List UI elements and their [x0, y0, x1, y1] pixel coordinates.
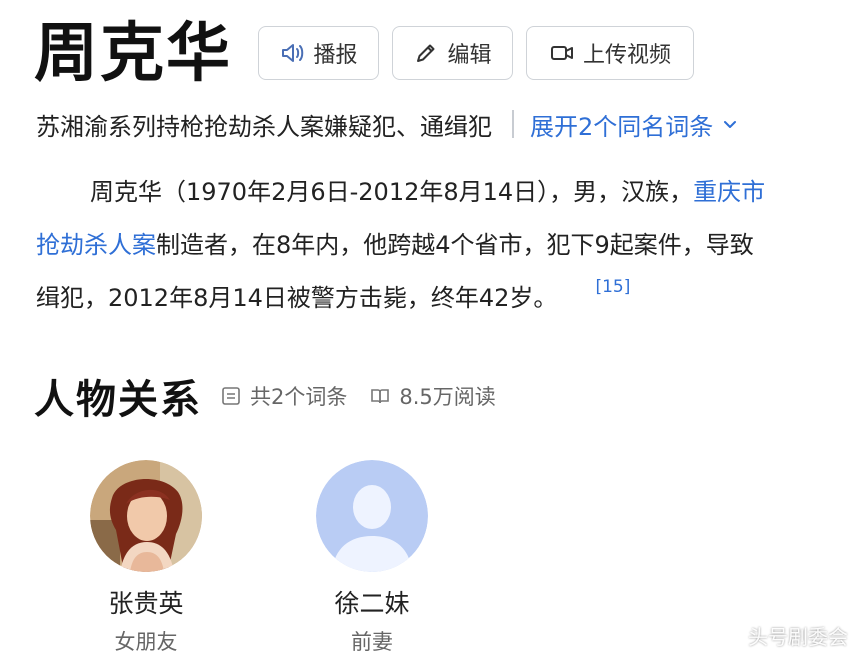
edit-button[interactable]: 编辑 — [392, 26, 513, 80]
summary-line-3: 缉犯，2012年8月14日被警方击毙，终年42岁。 [15] — [36, 272, 860, 325]
pencil-icon — [417, 44, 435, 62]
video-camera-icon — [550, 46, 573, 60]
upload-video-label: 上传视频 — [582, 43, 671, 68]
chongqing-link[interactable]: 重庆市 — [693, 178, 765, 206]
person-name: 徐二妹 — [334, 589, 410, 618]
page-title: 周克华 — [34, 17, 232, 91]
citation-link[interactable]: [15] — [595, 277, 630, 297]
summary-paragraph: 周克华（1970年2月6日-2012年8月14日），男，汉族，重庆市 抢劫杀人案… — [36, 166, 860, 325]
view-count-label: 8.5万阅读 — [399, 385, 496, 409]
entry-count-label: 共2个词条 — [250, 385, 348, 409]
watermark: 头号剧委会 — [748, 625, 848, 649]
summary-text: 周克华（1970年2月6日-2012年8月14日），男，汉族， — [90, 178, 694, 206]
upload-video-button[interactable]: 上传视频 — [526, 26, 694, 80]
relations-heading: 人物关系 — [34, 377, 202, 423]
edit-label: 编辑 — [447, 43, 492, 68]
subtitle-text: 苏湘渝系列持枪抢劫杀人案嫌疑犯、通缉犯 — [36, 112, 492, 141]
summary-line-2: 抢劫杀人案制造者，在8年内，他跨越4个省市，犯下9起案件，导致 — [36, 219, 860, 272]
view-count: 8.5万阅读 — [369, 381, 496, 411]
speaker-icon — [282, 44, 304, 62]
lemma-subtitle: 苏湘渝系列持枪抢劫杀人案嫌疑犯、通缉犯 展开2个同名词条 — [36, 106, 739, 142]
list-icon — [222, 387, 240, 405]
avatar — [90, 460, 202, 572]
relation-card-xu-ermei[interactable]: 徐二妹 前妻 — [307, 460, 437, 656]
expand-homonyms-link[interactable]: 展开2个同名词条 — [530, 107, 739, 142]
divider — [512, 110, 514, 138]
book-icon — [371, 389, 390, 404]
summary-line-1: 周克华（1970年2月6日-2012年8月14日），男，汉族，重庆市 — [36, 166, 860, 219]
person-name: 张贵英 — [108, 589, 184, 618]
chevron-down-icon — [724, 121, 737, 128]
person-role: 前妻 — [351, 630, 393, 654]
default-person-icon — [316, 460, 428, 572]
expand-label: 展开2个同名词条 — [530, 112, 714, 141]
entry-count: 共2个词条 — [220, 381, 347, 411]
broadcast-button[interactable]: 播报 — [258, 26, 379, 80]
summary-text: 缉犯，2012年8月14日被警方击毙，终年42岁。 — [36, 284, 558, 312]
robbery-case-link[interactable]: 抢劫杀人案 — [36, 231, 156, 259]
relations-header: 人物关系 共2个词条 8.5万阅读 — [34, 368, 518, 424]
broadcast-label: 播报 — [313, 43, 358, 68]
relation-card-zhang-guiying[interactable]: 张贵英 女朋友 — [81, 460, 211, 656]
person-role: 女朋友 — [114, 630, 178, 654]
summary-text: 制造者，在8年内，他跨越4个省市，犯下9起案件，导致 — [156, 231, 754, 259]
